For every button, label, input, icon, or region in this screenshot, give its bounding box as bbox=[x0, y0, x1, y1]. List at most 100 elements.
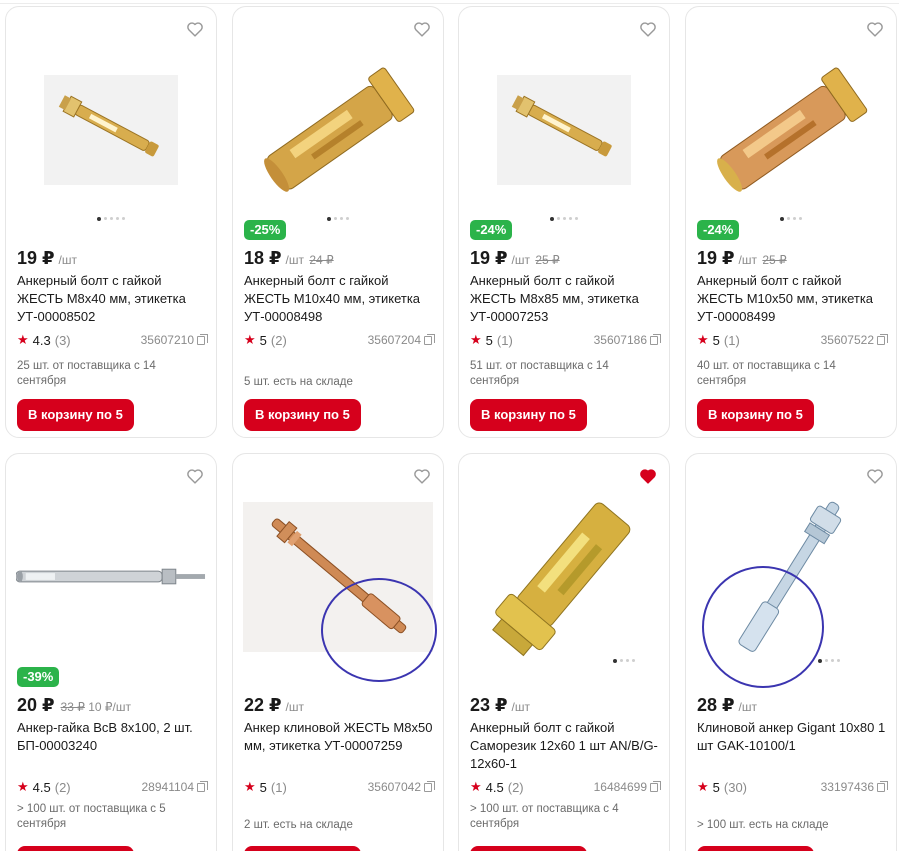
product-code-value: 33197436 bbox=[820, 780, 874, 794]
price: 19 ₽ bbox=[17, 248, 55, 268]
copy-icon[interactable] bbox=[877, 333, 888, 345]
rating-value: 4.3 bbox=[32, 332, 51, 348]
product-card[interactable]: 28 ₽/шт Клиновой анкер Gigant 10х80 1 шт… bbox=[685, 453, 897, 851]
price-row: 22 ₽/шт bbox=[244, 695, 304, 716]
short-anchor-bolt-image[interactable] bbox=[16, 47, 206, 212]
product-code[interactable]: 16484699 bbox=[593, 780, 661, 794]
heart-icon[interactable] bbox=[186, 468, 204, 484]
product-title[interactable]: Анкер клиновой ЖЕСТЬ М8х50 мм, этикетка … bbox=[244, 719, 434, 755]
rating[interactable]: ★ 5 (2) bbox=[244, 332, 287, 348]
star-icon: ★ bbox=[697, 332, 709, 347]
product-card[interactable]: -39% 20 ₽ 33 ₽ 10 ₽/шт Анкер-гайка ВсВ 8х… bbox=[5, 453, 217, 851]
product-title[interactable]: Анкер-гайка ВсВ 8х100, 2 шт. БП-00003240 bbox=[17, 719, 207, 755]
heart-icon[interactable] bbox=[866, 21, 884, 37]
review-count: (2) bbox=[270, 332, 287, 348]
copy-icon[interactable] bbox=[197, 780, 208, 792]
heart-icon[interactable] bbox=[413, 21, 431, 37]
product-title[interactable]: Анкерный болт с гайкой Саморезик 12х60 1… bbox=[470, 719, 660, 773]
product-title[interactable]: Анкерный болт с гайкой ЖЕСТЬ М10х50 мм, … bbox=[697, 272, 887, 326]
stock-info: 5 шт. есть на складе bbox=[244, 376, 353, 388]
star-icon: ★ bbox=[470, 332, 482, 347]
price-row: 19 ₽/шт bbox=[17, 248, 77, 269]
review-count: (1) bbox=[723, 332, 740, 348]
product-card[interactable]: 22 ₽/шт Анкер клиновой ЖЕСТЬ М8х50 мм, э… bbox=[232, 453, 444, 851]
heart-icon[interactable] bbox=[413, 468, 431, 484]
rating[interactable]: ★ 5 (1) bbox=[697, 332, 740, 348]
product-card[interactable]: 19 ₽/шт Анкерный болт с гайкой ЖЕСТЬ М8х… bbox=[5, 6, 217, 438]
add-to-cart-button[interactable]: В корзину по 5 bbox=[17, 846, 134, 851]
product-code-value: 35607210 bbox=[140, 333, 194, 347]
star-icon: ★ bbox=[244, 779, 256, 794]
rating[interactable]: ★ 4.5 (2) bbox=[470, 779, 524, 795]
rating[interactable]: ★ 5 (1) bbox=[470, 332, 513, 348]
copy-icon[interactable] bbox=[197, 333, 208, 345]
copy-icon[interactable] bbox=[650, 333, 661, 345]
product-title[interactable]: Анкерный болт с гайкой ЖЕСТЬ М8х40 мм, э… bbox=[17, 272, 207, 326]
long-zinc-anchor-image[interactable] bbox=[16, 494, 206, 659]
add-to-cart-button[interactable]: В корзину по 5 bbox=[697, 399, 814, 431]
star-icon: ★ bbox=[17, 332, 29, 347]
product-card[interactable]: 23 ₽/шт Анкерный болт с гайкой Саморезик… bbox=[458, 453, 670, 851]
product-code-value: 35607522 bbox=[820, 333, 874, 347]
product-code[interactable]: 33197436 bbox=[820, 780, 888, 794]
copy-icon[interactable] bbox=[650, 780, 661, 792]
image-carousel-dots[interactable] bbox=[724, 658, 896, 663]
product-code[interactable]: 35607186 bbox=[594, 333, 661, 347]
add-to-cart-button[interactable]: В корзину по 5 bbox=[244, 846, 361, 851]
heart-icon[interactable] bbox=[866, 468, 884, 484]
stock-info: 51 шт. от поставщика с 14 сентября bbox=[470, 360, 609, 387]
add-to-cart-button[interactable]: В корзину по 5 bbox=[697, 846, 814, 851]
product-code-value: 16484699 bbox=[593, 780, 647, 794]
product-code[interactable]: 35607204 bbox=[368, 333, 435, 347]
rating-value: 5 bbox=[259, 332, 267, 348]
price-row: 19 ₽/шт 25 ₽ bbox=[697, 248, 787, 269]
product-card[interactable]: -24% 19 ₽/шт 25 ₽ Анкерный болт с гайкой… bbox=[458, 6, 670, 438]
product-card[interactable]: -24% 19 ₽/шт 25 ₽ Анкерный болт с гайкой… bbox=[685, 6, 897, 438]
add-to-cart-button[interactable]: В корзину по 5 bbox=[470, 846, 587, 851]
sleeve-anchor-image[interactable] bbox=[243, 47, 433, 212]
add-to-cart-button[interactable]: В корзину по 5 bbox=[244, 399, 361, 431]
image-carousel-dots[interactable] bbox=[6, 216, 216, 221]
review-count: (3) bbox=[54, 332, 71, 348]
review-count: (30) bbox=[723, 779, 748, 795]
old-price: 25 ₽ bbox=[762, 253, 787, 267]
copy-icon[interactable] bbox=[424, 780, 435, 792]
large-sleeve-anchor-image[interactable] bbox=[469, 494, 659, 659]
discount-badge: -24% bbox=[470, 220, 513, 240]
copy-icon[interactable] bbox=[424, 333, 435, 345]
product-code[interactable]: 35607522 bbox=[820, 333, 888, 347]
heart-icon[interactable] bbox=[639, 21, 657, 37]
add-to-cart-button[interactable]: В корзину по 5 bbox=[470, 399, 587, 431]
discount-badge: -39% bbox=[17, 667, 60, 687]
unit: /шт bbox=[511, 700, 531, 714]
heart-filled-icon[interactable] bbox=[639, 468, 657, 484]
price: 20 ₽ bbox=[17, 695, 55, 715]
product-title[interactable]: Анкерный болт с гайкой ЖЕСТЬ М8х85 мм, э… bbox=[470, 272, 660, 326]
rating-value: 5 bbox=[259, 779, 267, 795]
product-code[interactable]: 35607210 bbox=[140, 333, 208, 347]
product-code-value: 35607042 bbox=[367, 780, 421, 794]
annotation-circle bbox=[702, 566, 824, 688]
heart-icon[interactable] bbox=[186, 21, 204, 37]
product-code[interactable]: 28941104 bbox=[142, 780, 208, 794]
price-row: 19 ₽/шт 25 ₽ bbox=[470, 248, 560, 269]
product-card[interactable]: -25% 18 ₽/шт 24 ₽ Анкерный болт с гайкой… bbox=[232, 6, 444, 438]
unit: /шт bbox=[285, 700, 305, 714]
rating[interactable]: ★ 4.3 (3) bbox=[17, 332, 71, 348]
rating[interactable]: ★ 5 (1) bbox=[244, 779, 287, 795]
sleeve-anchor-image[interactable] bbox=[696, 47, 886, 212]
product-title[interactable]: Анкерный болт с гайкой ЖЕСТЬ М10х40 мм, … bbox=[244, 272, 434, 326]
short-anchor-bolt-image[interactable] bbox=[469, 47, 659, 212]
rating[interactable]: ★ 4.5 (2) bbox=[17, 779, 71, 795]
rating-value: 4.5 bbox=[485, 779, 504, 795]
rating-value: 5 bbox=[712, 332, 720, 348]
add-to-cart-button[interactable]: В корзину по 5 bbox=[17, 399, 134, 431]
image-carousel-dots[interactable] bbox=[519, 658, 669, 663]
old-price: 24 ₽ bbox=[309, 253, 334, 267]
price-row: 28 ₽/шт bbox=[697, 695, 757, 716]
copy-icon[interactable] bbox=[877, 780, 888, 792]
price: 18 ₽ bbox=[244, 248, 282, 268]
product-title[interactable]: Клиновой анкер Gigant 10х80 1 шт GAK-101… bbox=[697, 719, 887, 755]
rating[interactable]: ★ 5 (30) bbox=[697, 779, 747, 795]
product-code[interactable]: 35607042 bbox=[367, 780, 435, 794]
